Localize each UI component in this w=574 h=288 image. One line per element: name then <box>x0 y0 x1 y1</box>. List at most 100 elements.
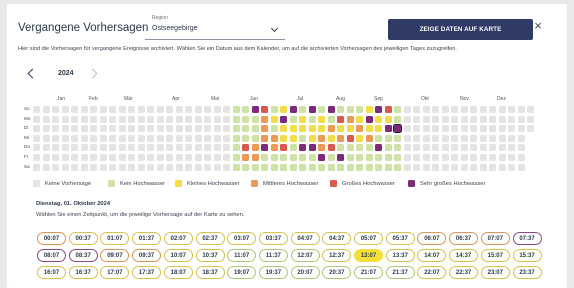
calendar-day[interactable] <box>308 115 316 123</box>
calendar-day[interactable] <box>384 115 392 123</box>
time-slot[interactable]: 05:07 <box>354 232 383 245</box>
calendar-day[interactable] <box>346 163 354 171</box>
time-slot[interactable]: 19:07 <box>227 266 257 279</box>
calendar-day[interactable] <box>270 106 278 113</box>
time-slot[interactable]: 07:37 <box>512 232 542 245</box>
calendar-day[interactable] <box>261 106 268 113</box>
time-slot[interactable]: 14:37 <box>449 249 479 262</box>
calendar-day[interactable] <box>327 154 335 161</box>
calendar-day[interactable] <box>280 106 287 113</box>
calendar-day[interactable] <box>289 134 297 142</box>
time-slot[interactable]: 03:07 <box>227 232 257 245</box>
calendar-day[interactable] <box>337 125 344 133</box>
time-slot[interactable]: 01:07 <box>100 232 130 245</box>
region-select[interactable]: Region Ostseegebirge <box>145 14 285 40</box>
calendar-day[interactable] <box>251 144 259 152</box>
calendar-day[interactable] <box>308 144 316 152</box>
calendar-day[interactable] <box>261 163 268 171</box>
calendar-day[interactable] <box>299 125 306 133</box>
time-slot[interactable]: 05:37 <box>385 232 415 245</box>
time-slot[interactable]: 12:07 <box>290 249 320 262</box>
calendar-day[interactable] <box>337 154 344 161</box>
calendar-day[interactable] <box>356 106 363 113</box>
calendar-day[interactable] <box>308 106 316 113</box>
calendar-day[interactable] <box>375 125 382 133</box>
calendar-day[interactable] <box>384 163 392 171</box>
calendar-day[interactable] <box>299 154 306 161</box>
calendar-day[interactable] <box>261 154 268 161</box>
calendar-day[interactable] <box>270 163 278 171</box>
time-slot[interactable]: 20:07 <box>290 266 320 279</box>
calendar-day[interactable] <box>308 154 316 161</box>
calendar-day[interactable] <box>365 134 373 142</box>
calendar-day[interactable] <box>318 125 325 133</box>
calendar-day[interactable] <box>251 125 259 133</box>
calendar-day[interactable] <box>232 125 240 133</box>
time-slot[interactable]: 01:37 <box>132 232 162 245</box>
calendar-day[interactable] <box>251 154 259 161</box>
calendar-day[interactable] <box>232 163 240 171</box>
calendar-day[interactable] <box>365 115 373 123</box>
calendar-day[interactable] <box>327 115 335 123</box>
time-slot[interactable]: 04:07 <box>290 232 320 245</box>
show-on-map-button[interactable]: ZEIGE DATEN AUF KARTE <box>388 19 533 40</box>
time-slot[interactable]: 04:37 <box>322 232 352 245</box>
calendar-day[interactable] <box>280 163 287 171</box>
calendar-day[interactable] <box>394 163 401 171</box>
calendar-day[interactable] <box>242 144 249 152</box>
calendar-day[interactable] <box>242 134 249 142</box>
calendar-day[interactable] <box>384 144 392 152</box>
calendar-day[interactable] <box>299 163 306 171</box>
calendar-day[interactable] <box>318 154 325 161</box>
calendar-day[interactable] <box>232 115 240 123</box>
calendar-day[interactable] <box>375 115 382 123</box>
time-slot[interactable]: 23:07 <box>480 266 510 279</box>
calendar-day[interactable] <box>261 125 268 133</box>
calendar-day[interactable] <box>365 106 373 113</box>
calendar-day[interactable] <box>308 163 316 171</box>
calendar-day[interactable] <box>337 115 344 123</box>
time-slot[interactable]: 22:07 <box>417 266 447 279</box>
calendar-day[interactable] <box>318 144 325 152</box>
calendar-day[interactable] <box>394 144 401 152</box>
time-slot[interactable]: 15:07 <box>480 249 510 262</box>
calendar-day[interactable] <box>270 134 278 142</box>
calendar-day[interactable] <box>365 163 373 171</box>
calendar-day[interactable] <box>251 134 259 142</box>
calendar-day[interactable] <box>394 134 401 142</box>
time-slot[interactable]: 14:07 <box>417 249 447 262</box>
calendar-day[interactable] <box>346 154 354 161</box>
calendar-day[interactable] <box>261 134 268 142</box>
calendar-day[interactable] <box>346 144 354 152</box>
time-slot[interactable]: 18:07 <box>163 266 193 279</box>
time-slot[interactable]: 08:07 <box>37 249 66 262</box>
calendar-day[interactable] <box>365 125 373 133</box>
time-slot[interactable]: 13:37 <box>385 249 415 262</box>
time-slot[interactable]: 11:07 <box>227 249 257 262</box>
calendar-day[interactable] <box>261 144 268 152</box>
calendar-day[interactable] <box>365 154 373 161</box>
calendar-day[interactable] <box>299 134 306 142</box>
calendar-day[interactable] <box>384 125 392 133</box>
time-slot[interactable]: 19:37 <box>258 266 288 279</box>
time-slot[interactable]: 15:37 <box>512 249 542 262</box>
calendar-day[interactable] <box>337 106 344 113</box>
calendar-day[interactable] <box>384 134 392 142</box>
close-icon[interactable]: × <box>532 19 544 32</box>
calendar-day[interactable] <box>299 144 306 152</box>
time-slot[interactable]: 22:37 <box>449 266 479 279</box>
calendar-day[interactable] <box>280 115 287 123</box>
calendar-day[interactable] <box>327 144 335 152</box>
time-slot[interactable]: 09:37 <box>132 249 162 262</box>
calendar-day[interactable] <box>365 144 373 152</box>
time-slot-selected[interactable]: 13:07 <box>354 249 383 262</box>
calendar-day[interactable] <box>232 106 240 113</box>
calendar-day[interactable] <box>346 115 354 123</box>
calendar-day[interactable] <box>270 144 278 152</box>
time-slot[interactable]: 08:37 <box>68 249 98 262</box>
time-slot[interactable]: 03:37 <box>258 232 288 245</box>
calendar-day[interactable] <box>327 125 335 133</box>
calendar-day[interactable] <box>346 106 354 113</box>
calendar-day[interactable] <box>384 106 392 113</box>
calendar-day[interactable] <box>232 144 240 152</box>
